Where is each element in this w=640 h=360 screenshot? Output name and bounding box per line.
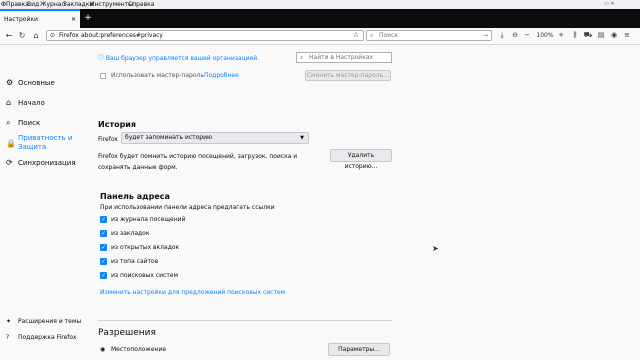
puzzle-icon: ✦ [6, 318, 12, 325]
gear-icon: ⚙ [6, 78, 14, 87]
suggest-search-engines-label: из поисковых систем [111, 272, 179, 279]
sidebar-item-search[interactable]: ⌕ Поиск [6, 117, 40, 129]
history-mode-select[interactable]: будет запоминать историю ▼ [121, 132, 309, 144]
suggest-history-label: из журнала посещений [111, 216, 186, 223]
location-settings-button[interactable]: Параметры... [328, 343, 390, 356]
tab-title: Настройки [4, 16, 38, 23]
suggest-bookmarks-checkbox[interactable]: ✓ [100, 230, 107, 237]
pref-search-input[interactable]: ⌕ Найти в Настройках [296, 52, 392, 63]
master-password-learn-more[interactable]: Подробнее [204, 72, 239, 79]
search-icon: ⌕ [370, 32, 374, 39]
tab-settings[interactable]: Настройки ✕ [0, 9, 80, 28]
menu-item-history[interactable]: Журнал [40, 0, 65, 9]
identity-icon[interactable]: ⊙ [50, 31, 55, 40]
sidebar-item-label: Основные [18, 79, 55, 87]
master-password-checkbox[interactable] [100, 73, 106, 79]
tab-strip [0, 9, 640, 28]
sidebar-item-home[interactable]: ⌂ Начало [6, 97, 45, 109]
search-icon: ⌕ [6, 118, 11, 127]
sidebar-item-sync[interactable]: ⟳ Синхронизация [6, 157, 76, 169]
sidebar-item-label: Расширения и темы [18, 318, 82, 325]
lock-icon: 🔒 [6, 139, 16, 148]
change-master-password-button[interactable]: Сменить мастер-пароль… [305, 70, 391, 81]
search-icon: ⌕ [300, 54, 304, 61]
close-icon[interactable]: ✕ [71, 11, 76, 28]
suggest-top-sites-label: из топа сайтов [111, 258, 159, 265]
cursor-icon: ➤ [432, 244, 439, 253]
help-icon: ? [6, 334, 10, 341]
search-bar[interactable]: ⌕ Поиск → [366, 30, 492, 41]
sidebar-item-label: Поддержка Firefox [18, 334, 77, 341]
url-prefix: Firefox [59, 32, 79, 39]
clear-history-button[interactable]: Удалить историю... [330, 149, 392, 170]
suggest-top-sites-checkbox[interactable]: ✓ [100, 258, 107, 265]
section-divider [98, 320, 392, 321]
menu-item-bookmarks[interactable]: Закладки [63, 0, 93, 9]
reload-icon[interactable]: ↻ [16, 28, 28, 44]
search-suggestions-settings-link[interactable]: Изменить настройки для предложений поиск… [100, 289, 285, 296]
location-icon: ◉ [100, 346, 106, 353]
download-icon[interactable]: ⤓ [497, 29, 507, 42]
home-icon: ⌂ [6, 98, 12, 107]
address-bar-intro: При использовании панели адреса предлага… [100, 204, 275, 211]
sidebar-item-addons[interactable]: ✦ Расширения и темы [6, 316, 81, 328]
sidebar-item-label: Синхронизация [18, 159, 76, 167]
zoom-level[interactable]: 100% [534, 29, 556, 42]
history-mode-value: будет запоминать историю [125, 134, 213, 141]
history-label: Firefox [98, 136, 118, 143]
sync-icon: ⟳ [6, 158, 13, 167]
history-description: Firefox будет помнить историю посещений,… [98, 153, 298, 171]
go-arrow-icon[interactable]: → [483, 31, 488, 40]
suggest-open-tabs-label: из открытых вкладок [111, 244, 180, 251]
zoom-out-icon[interactable]: − [522, 29, 532, 42]
back-icon[interactable]: ← [3, 28, 15, 44]
pref-search-placeholder: Найти в Настройках [309, 54, 374, 61]
menu-bar: Ф Правка Вид Журнал Закладки Инструменты… [0, 0, 640, 9]
suggest-history-checkbox[interactable]: ✓ [100, 216, 107, 223]
cart-icon[interactable]: ⛟ [583, 29, 593, 42]
location-label: Местоположение [111, 346, 167, 353]
menu-item-view[interactable]: Вид [27, 0, 39, 9]
info-icon: ⓘ [98, 55, 106, 62]
master-password-label: Использовать мастер-пароль [111, 72, 204, 79]
search-placeholder: Поиск [379, 32, 399, 39]
sidebar-item-general[interactable]: ⚙ Основные [6, 77, 55, 89]
permissions-heading: Разрешения [98, 328, 156, 338]
sidebar-icon[interactable]: ▤ [596, 29, 606, 42]
menu-icon[interactable]: ≡ [622, 29, 632, 42]
library-icon[interactable]: ⫼ [570, 29, 580, 42]
window-controls[interactable]: ▭ ✕ [604, 2, 634, 7]
sidebar-item-label: Поиск [18, 119, 41, 127]
address-bar-heading: Панель адреса [100, 192, 170, 201]
account-icon[interactable]: ◉ [609, 29, 619, 42]
sidebar-item-label: Начало [18, 99, 45, 107]
sidebar-item-label: Приватность и Защита [18, 134, 73, 151]
star-icon[interactable]: ☆ [353, 31, 359, 40]
suggest-search-engines-checkbox[interactable]: ✓ [100, 272, 107, 279]
managed-notice-text: Ваш браузер управляется вашей организаци… [105, 55, 260, 62]
chevron-down-icon: ▼ [300, 135, 304, 141]
menu-item-edit[interactable]: Правка [6, 0, 29, 9]
new-tab-button[interactable]: + [82, 9, 94, 28]
sidebar-item-support[interactable]: ? Поддержка Firefox [6, 332, 76, 344]
managed-notice[interactable]: ⓘ Ваш браузер управляется вашей организа… [98, 53, 288, 62]
sidebar-item-privacy[interactable]: 🔒 Приватность и Защита [6, 134, 78, 152]
zoom-in-icon[interactable]: + [556, 29, 566, 42]
menu-item-tools[interactable]: Инструменты [90, 0, 133, 9]
history-icon[interactable]: ⊖ [510, 29, 520, 42]
menu-item-help[interactable]: Справка [128, 0, 154, 9]
suggest-open-tabs-checkbox[interactable]: ✓ [100, 244, 107, 251]
url-bar[interactable]: ⊙ Firefox about:preferences#privacy ☆ [46, 30, 364, 41]
home-icon[interactable]: ⌂ [30, 28, 42, 44]
history-heading: История [98, 120, 137, 129]
url-text[interactable]: about:preferences#privacy [81, 31, 163, 40]
suggest-bookmarks-label: из закладок [111, 230, 150, 237]
